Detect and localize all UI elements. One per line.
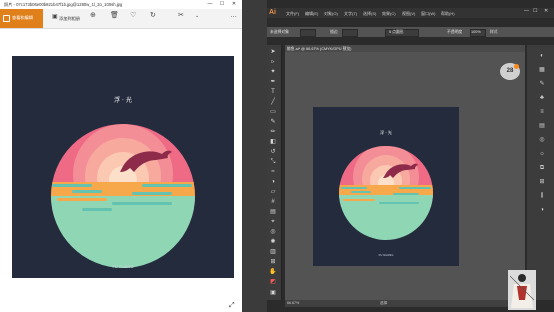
menu-select[interactable]: 选择(S) xyxy=(363,11,376,17)
add-to-album-button[interactable]: ▣ 添加到相册 xyxy=(52,13,82,24)
gradient-panel-icon[interactable]: ▤ xyxy=(536,122,548,131)
maximize-icon[interactable]: ☐ xyxy=(218,1,226,8)
edit-tools-icon[interactable]: ✂ xyxy=(178,12,184,20)
rectangle-tool-icon[interactable]: ▭ xyxy=(268,108,278,117)
edit-image-icon xyxy=(3,15,10,22)
menu-window[interactable]: 窗口(W) xyxy=(421,11,435,17)
close-icon[interactable]: ✕ xyxy=(230,1,238,8)
photos-window-title: 照片 - 07c173b06e00b821b47f1b.jpg@1280w_1l… xyxy=(4,2,123,7)
close-icon[interactable]: ✕ xyxy=(544,8,548,14)
eraser-tool-icon[interactable]: ◧ xyxy=(268,138,278,147)
photos-toolbar: 查看和编辑 ▣ 添加到相册 ⊕ 🗑 ♡ ↻ ✂ ⌄ … xyxy=(0,9,242,29)
status-bar xyxy=(285,300,525,307)
poster-title: 浮 · 光 xyxy=(114,96,132,104)
align-panel-icon[interactable]: ⫼ xyxy=(536,192,548,201)
poster-caption: FU GUANG xyxy=(379,253,394,257)
desktop-background xyxy=(242,0,267,312)
expand-icon[interactable]: ⤢ xyxy=(229,302,235,310)
type-tool-icon[interactable]: T xyxy=(268,88,278,97)
layers-panel-icon[interactable]: ⧉ xyxy=(536,164,548,173)
rotate-icon[interactable]: ↻ xyxy=(150,12,156,20)
symbols-panel-icon[interactable]: ♣ xyxy=(536,94,548,103)
line-tool-icon[interactable]: ╱ xyxy=(268,98,278,107)
brushes-panel-icon[interactable]: ✎ xyxy=(536,80,548,89)
favorite-icon[interactable]: ♡ xyxy=(130,12,136,20)
fill-stroke-swatch-icon[interactable]: ◩ xyxy=(268,278,278,287)
zoom-level[interactable]: 66.67% xyxy=(287,301,299,305)
poster-caption: FU GUANG xyxy=(112,264,133,269)
view-and-edit-label: 查看和编辑 xyxy=(12,15,33,20)
menu-effect[interactable]: 效果(C) xyxy=(382,11,396,17)
opacity-value: 100% xyxy=(471,30,481,34)
eyedropper-tool-icon[interactable]: ⌖ xyxy=(268,218,278,227)
menu-object[interactable]: 对象(O) xyxy=(324,11,338,17)
paintbrush-tool-icon[interactable]: ✎ xyxy=(268,118,278,127)
illustrator-logo: Ai xyxy=(269,9,276,16)
artboards-panel-icon[interactable]: ⊞ xyxy=(536,178,548,187)
direct-selection-tool-icon[interactable]: ▹ xyxy=(268,58,278,67)
menu-help[interactable]: 帮助(H) xyxy=(441,11,455,17)
photo-image: 浮 · 光 FU GUANG xyxy=(12,56,234,278)
stroke-panel-icon[interactable]: ≡ xyxy=(536,108,548,117)
no-selection-label: 未选择对象 xyxy=(270,30,289,34)
minimize-icon[interactable]: — xyxy=(206,1,214,8)
graph-tool-icon[interactable]: ▥ xyxy=(268,248,278,257)
notification-dot xyxy=(514,64,519,69)
view-and-edit-button[interactable]: 查看和编辑 xyxy=(0,9,43,28)
symbol-sprayer-tool-icon[interactable]: ✺ xyxy=(268,238,278,247)
scale-tool-icon[interactable]: ⤡ xyxy=(268,158,278,167)
delete-icon[interactable]: 🗑 xyxy=(110,12,119,20)
photos-window: 照片 - 07c173b06e00b821b47f1b.jpg@1280w_1l… xyxy=(0,0,242,312)
stroke-weight-field[interactable] xyxy=(342,29,358,37)
menu-edit[interactable]: 编辑(E) xyxy=(305,11,318,17)
minimize-icon[interactable]: — xyxy=(524,8,529,14)
chevron-down-icon[interactable]: ⌄ xyxy=(195,12,199,20)
style-label: 样式 xyxy=(490,30,498,34)
add-to-album-label: 添加到相册 xyxy=(59,16,80,21)
stroke-label: 描边 xyxy=(330,30,338,34)
status-tool-name: 选择 xyxy=(380,301,388,305)
poster-artwork: 浮 · 光 FU GUANG xyxy=(12,56,234,278)
opacity-label: 不透明度 xyxy=(447,30,463,34)
mesh-tool-icon[interactable]: # xyxy=(268,198,278,207)
pathfinder-panel-icon[interactable]: ◑ xyxy=(536,206,548,215)
fill-swatch[interactable] xyxy=(300,29,316,37)
gradient-tool-icon[interactable]: ▤ xyxy=(268,208,278,217)
maximize-icon[interactable]: ☐ xyxy=(533,8,537,14)
artboard: 浮 · 光 FU GUANG xyxy=(313,107,459,266)
perspective-tool-icon[interactable]: ▱ xyxy=(268,188,278,197)
menu-type[interactable]: 文字(T) xyxy=(344,11,357,17)
add-album-icon: ▣ xyxy=(52,14,58,20)
blend-tool-icon[interactable]: ◎ xyxy=(268,228,278,237)
color-panel-icon[interactable]: ◐ xyxy=(536,52,548,61)
selection-tool-icon[interactable]: ➤ xyxy=(268,48,278,57)
pencil-tool-icon[interactable]: ✏ xyxy=(268,128,278,137)
menu-view[interactable]: 视图(V) xyxy=(402,11,415,17)
zoom-icon[interactable]: ⊕ xyxy=(90,12,96,20)
swatches-panel-icon[interactable]: ▦ xyxy=(536,66,548,75)
transparency-panel-icon[interactable]: ◎ xyxy=(536,136,548,145)
pen-tool-icon[interactable]: ✒ xyxy=(268,78,278,87)
photos-title-bar: 照片 - 07c173b06e00b821b47f1b.jpg@1280w_1l… xyxy=(0,0,242,9)
artboard-tool-icon[interactable]: ⊞ xyxy=(268,258,278,267)
artboard-artwork: 浮 · 光 FU GUANG xyxy=(313,107,459,266)
brush-style-value: 5 点圆形 xyxy=(389,30,404,34)
rotate-tool-icon[interactable]: ↺ xyxy=(268,148,278,157)
more-icon[interactable]: … xyxy=(230,12,237,20)
menu-file[interactable]: 文件(F) xyxy=(286,11,299,17)
shape-builder-tool-icon[interactable]: ◑ xyxy=(268,178,278,187)
desktop-figurine xyxy=(508,270,536,310)
magic-wand-tool-icon[interactable]: ✦ xyxy=(268,68,278,77)
screen-mode-icon[interactable]: ▣ xyxy=(268,289,278,298)
poster-title: 浮 · 光 xyxy=(380,129,392,135)
warp-tool-icon[interactable]: ≈ xyxy=(268,168,278,177)
appearance-panel-icon[interactable]: ☼ xyxy=(536,150,548,159)
hand-tool-icon[interactable]: ✋ xyxy=(268,268,278,277)
